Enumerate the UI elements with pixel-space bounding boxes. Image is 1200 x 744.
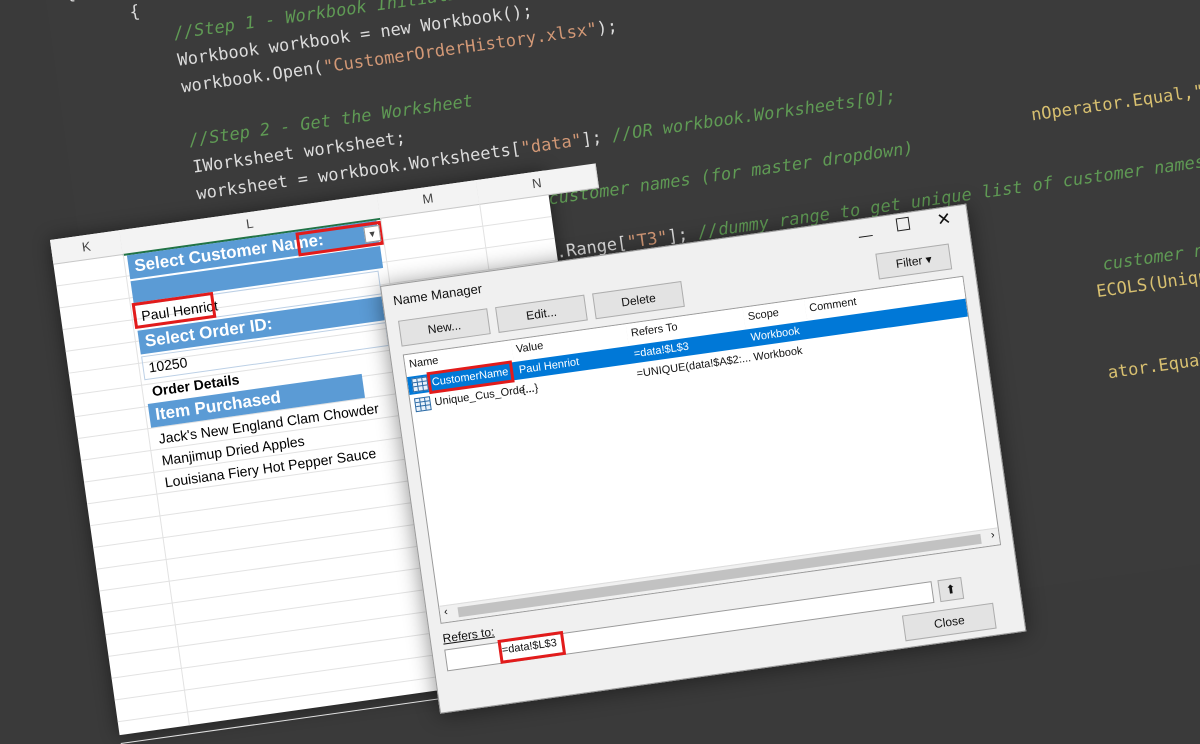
edit-button[interactable]: Edit...	[495, 294, 588, 333]
names-list[interactable]: Name Value Refers To Scope Comment Custo…	[402, 275, 1002, 624]
maximize-icon[interactable]	[895, 216, 911, 232]
minimize-icon[interactable]: —	[858, 226, 874, 244]
scroll-right-icon[interactable]: ›	[990, 529, 995, 541]
delete-button[interactable]: Delete	[592, 281, 685, 320]
column-header-k[interactable]: K	[50, 230, 124, 265]
name-manager-dialog[interactable]: Name Manager — ✕ New... Edit... Delete F…	[380, 203, 1027, 714]
code-fragment: nOperator.Equal,"=$T$3#");	[1029, 68, 1200, 126]
refers-to-highlight	[497, 630, 567, 664]
code-fragment: ator.Equal, "=$V$2#"	[1106, 347, 1200, 384]
collapse-dialog-icon[interactable]: ⬆	[937, 576, 965, 603]
filter-dropdown-icon: ▾	[924, 252, 933, 267]
scroll-left-icon[interactable]: ‹	[443, 606, 448, 618]
new-button[interactable]: New...	[398, 308, 491, 347]
filter-button[interactable]: Filter ▾	[875, 243, 953, 280]
dropdown-arrow-icon[interactable]: ▼	[363, 225, 382, 244]
table-icon	[411, 376, 429, 393]
close-button[interactable]: Close	[901, 602, 997, 642]
table-icon	[413, 396, 432, 413]
horizontal-scrollbar[interactable]: ‹ ›	[439, 527, 1000, 623]
code-line: {	[67, 1, 142, 32]
close-icon[interactable]: ✕	[936, 209, 953, 231]
row-value: {...}	[521, 382, 540, 397]
filter-label: Filter	[894, 253, 924, 271]
dialog-title: Name Manager	[392, 280, 483, 309]
